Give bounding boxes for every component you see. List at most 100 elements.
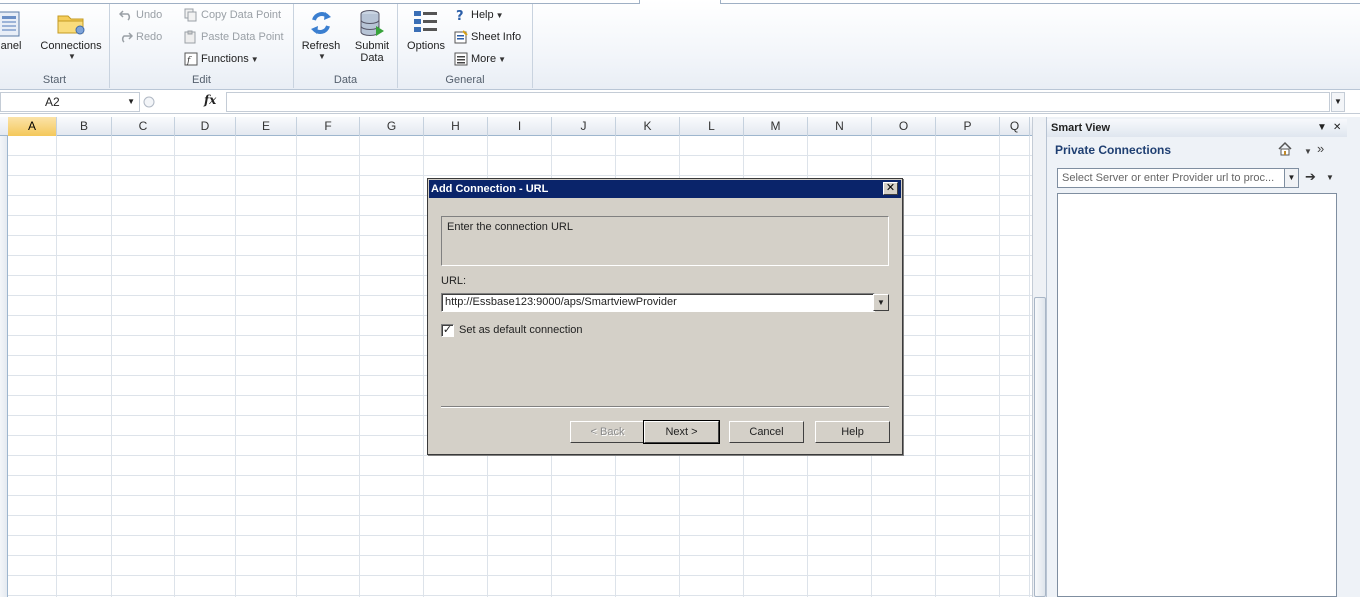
svg-text:?: ? bbox=[456, 9, 464, 22]
more-icon bbox=[454, 52, 468, 66]
smart-view-title-bar: Smart View ▼ ✕ bbox=[1047, 119, 1347, 137]
smart-view-panel: Smart View ▼ ✕ Private Connections ▼ » S… bbox=[1046, 117, 1360, 597]
gridline bbox=[423, 136, 424, 597]
column-header-o[interactable]: O bbox=[872, 117, 936, 136]
column-header-q[interactable]: Q bbox=[1000, 117, 1030, 136]
column-header-g[interactable]: G bbox=[360, 117, 424, 136]
column-header-e[interactable]: E bbox=[236, 117, 297, 136]
submit-data-button[interactable]: Submit Data bbox=[350, 8, 394, 64]
panel-close-icon[interactable]: ✕ bbox=[1333, 119, 1341, 137]
column-header-l[interactable]: L bbox=[680, 117, 744, 136]
dialog-close-icon[interactable]: ✕ bbox=[883, 182, 898, 195]
column-header-p[interactable]: P bbox=[936, 117, 1000, 136]
help-dropdown-icon: ▼ bbox=[495, 11, 504, 20]
refresh-button[interactable]: Refresh ▼ bbox=[298, 8, 344, 61]
folder-connections-icon bbox=[57, 15, 85, 35]
default-connection-label[interactable]: Set as default connection bbox=[459, 324, 583, 336]
gridline bbox=[999, 136, 1000, 597]
paste-data-point-button[interactable]: Paste Data Point bbox=[184, 28, 284, 46]
panel-button[interactable]: anel bbox=[0, 8, 26, 52]
column-header-k[interactable]: K bbox=[616, 117, 680, 136]
go-arrow-icon[interactable]: ➔ bbox=[1305, 169, 1316, 185]
dialog-info-box: Enter the connection URL bbox=[441, 216, 889, 266]
refresh-icon bbox=[311, 12, 331, 34]
connections-button[interactable]: Connections ▼ bbox=[38, 8, 104, 61]
url-dropdown-icon[interactable]: ▼ bbox=[873, 294, 889, 311]
column-header-m[interactable]: M bbox=[744, 117, 808, 136]
column-header-j[interactable]: J bbox=[552, 117, 616, 136]
column-header-h[interactable]: H bbox=[424, 117, 488, 136]
help-dialog-button[interactable]: Help bbox=[815, 421, 890, 443]
redo-icon bbox=[121, 32, 134, 43]
scrollbar-thumb[interactable] bbox=[1034, 297, 1046, 597]
formula-input[interactable] bbox=[226, 92, 1330, 112]
column-headers: ABCDEFGHIJKLMNOPQ bbox=[0, 117, 1032, 136]
default-connection-checkbox[interactable]: ✓ bbox=[441, 324, 454, 337]
more-dropdown-icon: ▼ bbox=[498, 55, 506, 64]
next-button[interactable]: Next > bbox=[643, 420, 720, 444]
add-connection-dialog: Add Connection - URL ✕ Enter the connect… bbox=[427, 178, 903, 455]
name-box[interactable]: A2 ▼ bbox=[0, 92, 140, 112]
expand-handle-icon[interactable] bbox=[142, 94, 156, 110]
row-headers bbox=[0, 136, 8, 597]
column-header-c[interactable]: C bbox=[112, 117, 175, 136]
column-header-a[interactable]: A bbox=[8, 117, 57, 136]
back-button[interactable]: < Back bbox=[570, 421, 645, 443]
server-url-dropdown-icon[interactable]: ▼ bbox=[1285, 168, 1299, 188]
gridline bbox=[111, 136, 112, 597]
url-label: URL: bbox=[441, 275, 467, 287]
connections-tree[interactable] bbox=[1057, 193, 1337, 597]
dialog-title-bar: Add Connection - URL ✕ bbox=[429, 180, 901, 198]
dialog-title: Add Connection - URL bbox=[431, 183, 549, 195]
submit-label-line1: Submit bbox=[354, 40, 390, 52]
gridline bbox=[935, 136, 936, 597]
functions-button[interactable]: f Functions ▼ bbox=[184, 50, 259, 68]
column-header-f[interactable]: F bbox=[297, 117, 360, 136]
options-icon bbox=[414, 11, 437, 32]
formula-expand-icon[interactable]: ▼ bbox=[1331, 92, 1345, 112]
refresh-dropdown-icon: ▼ bbox=[318, 52, 326, 61]
expand-panel-icon[interactable]: » bbox=[1317, 141, 1324, 156]
name-box-dropdown-icon[interactable]: ▼ bbox=[127, 93, 135, 111]
cancel-button[interactable]: Cancel bbox=[729, 421, 804, 443]
undo-button[interactable]: Undo bbox=[118, 6, 162, 24]
dialog-info-text: Enter the connection URL bbox=[447, 221, 573, 233]
options-button[interactable]: Options bbox=[402, 8, 450, 52]
functions-icon: f bbox=[184, 52, 198, 66]
go-dropdown-icon[interactable]: ▼ bbox=[1326, 173, 1334, 182]
copy-icon bbox=[184, 8, 197, 22]
excel-window: anel Connections ▼ Start Undo Redo Copy … bbox=[0, 0, 1360, 597]
ribbon-group-general: Options ? Help ▼ Sheet Info More ▼ General bbox=[398, 4, 533, 88]
paste-icon bbox=[184, 30, 196, 44]
submit-label-line2: Data bbox=[360, 52, 384, 64]
formula-bar: A2 ▼ fx ▼ bbox=[0, 90, 1360, 114]
column-header-i[interactable]: I bbox=[488, 117, 552, 136]
smart-view-title: Smart View bbox=[1051, 122, 1111, 134]
database-submit-icon bbox=[360, 10, 384, 36]
ribbon-tab-strip-right bbox=[720, 0, 1360, 4]
connections-label: Connections bbox=[40, 40, 102, 52]
ribbon: anel Connections ▼ Start Undo Redo Copy … bbox=[0, 0, 1360, 90]
group-label-edit: Edit bbox=[192, 74, 211, 86]
copy-data-point-button[interactable]: Copy Data Point bbox=[184, 6, 281, 24]
vertical-scrollbar[interactable] bbox=[1032, 117, 1046, 597]
more-button[interactable]: More ▼ bbox=[454, 50, 506, 68]
column-header-d[interactable]: D bbox=[175, 117, 236, 136]
gridline bbox=[1029, 136, 1030, 597]
column-header-b[interactable]: B bbox=[57, 117, 112, 136]
undo-icon bbox=[118, 10, 131, 21]
column-header-n[interactable]: N bbox=[808, 117, 872, 136]
panel-menu-icon[interactable]: ▼ bbox=[1317, 119, 1327, 137]
redo-button[interactable]: Redo bbox=[119, 28, 162, 46]
ribbon-group-start: anel Connections ▼ Start bbox=[0, 4, 110, 88]
home-dropdown-icon[interactable]: ▼ bbox=[1304, 147, 1312, 156]
name-box-value: A2 bbox=[45, 95, 60, 109]
help-button[interactable]: ? Help ▼ bbox=[454, 6, 504, 24]
server-url-combo[interactable]: Select Server or enter Provider url to p… bbox=[1057, 168, 1285, 188]
options-label: Options bbox=[407, 40, 445, 52]
home-icon[interactable] bbox=[1277, 141, 1293, 159]
sheet-info-button[interactable]: Sheet Info bbox=[454, 28, 521, 46]
insert-function-button[interactable]: fx bbox=[204, 93, 216, 107]
help-icon: ? bbox=[456, 9, 464, 24]
url-input[interactable]: http://Essbase123:9000/aps/SmartviewProv… bbox=[441, 293, 875, 312]
